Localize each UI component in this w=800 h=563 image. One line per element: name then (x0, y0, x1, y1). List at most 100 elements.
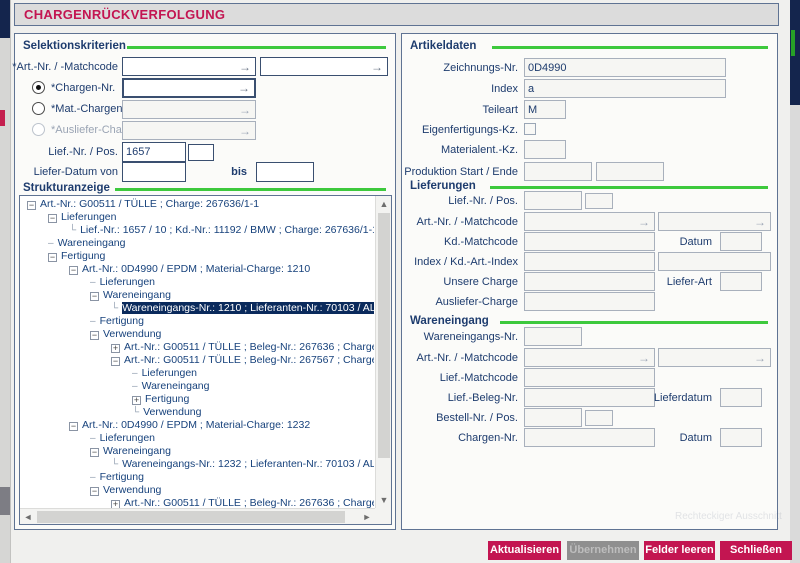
scroll-right-icon[interactable]: ► (359, 509, 375, 525)
tree-node[interactable]: −Verwendung (21, 484, 374, 497)
chargen-dialog: CHARGENRÜCKVERFOLGUNG Selektionskriterie… (10, 0, 790, 563)
kd-art-index-input[interactable] (658, 252, 771, 271)
tree-node[interactable]: –Wareneingang (21, 380, 374, 393)
tree-node[interactable]: −Verwendung (21, 328, 374, 341)
index-input[interactable] (524, 252, 655, 271)
tree-connector-icon: – (90, 472, 96, 483)
expand-icon[interactable]: + (132, 396, 141, 405)
eigenfertigungs-kz-checkbox[interactable] (524, 123, 536, 135)
materialent-kz-input[interactable] (524, 140, 566, 159)
felder-leeren-button[interactable]: Felder leeren (644, 541, 715, 560)
detail-panel: Artikeldaten Zeichnungs-Nr. Index Teilea… (401, 33, 778, 530)
datum-input[interactable] (720, 428, 762, 447)
kd-matchcode-input[interactable] (524, 232, 655, 251)
tree-node[interactable]: +Art.-Nr.: G00511 / TÜLLE ; Beleg-Nr.: 2… (21, 497, 374, 508)
structure-tree: −Art.-Nr.: G00511 / TÜLLE ; Charge: 2676… (19, 195, 392, 525)
tree-node[interactable]: +Fertigung (21, 393, 374, 406)
collapse-icon[interactable]: − (69, 422, 78, 431)
collapse-icon[interactable]: − (111, 357, 120, 366)
bestell-nr-input[interactable] (524, 408, 582, 427)
tree-node-label: Lieferungen (61, 211, 116, 223)
art-matchcode-combo[interactable]: → (260, 57, 388, 76)
collapse-icon[interactable]: − (69, 266, 78, 275)
tree-node[interactable]: –Wareneingang (21, 237, 374, 250)
art-matchcode-label: Art.-Nr. / -Matchcode (417, 352, 518, 364)
expand-icon[interactable]: + (111, 344, 120, 353)
zeichnungs-nr-input[interactable] (524, 58, 726, 77)
collapse-icon[interactable]: − (90, 487, 99, 496)
tree-node[interactable]: −Art.-Nr.: 0D4990 / EPDM ; Material-Char… (21, 419, 374, 432)
lookup-arrow-icon[interactable]: → (238, 82, 254, 94)
ausliefer-charge-label: Ausliefer-Charge (435, 296, 518, 308)
tree-node[interactable]: └Lief.-Nr.: 1657 / 10 ; Kd.-Nr.: 11192 /… (21, 224, 374, 237)
expand-icon[interactable]: + (111, 500, 120, 508)
tree-node-label: Lieferungen (100, 432, 155, 444)
lief-beleg-nr-input[interactable] (524, 388, 655, 407)
chargen-nr-combo[interactable]: → (122, 78, 256, 98)
schliessen-button[interactable]: Schließen (720, 541, 792, 560)
bestell-pos-input[interactable] (585, 410, 613, 426)
lief-nr-input[interactable] (524, 191, 582, 210)
tree-node[interactable]: –Fertigung (21, 471, 374, 484)
collapse-icon[interactable]: − (90, 292, 99, 301)
hscroll-thumb[interactable] (37, 511, 345, 523)
lookup-arrow-icon: → (638, 352, 654, 364)
scroll-up-icon[interactable]: ▲ (376, 196, 392, 212)
background-fragment-navy (0, 0, 10, 38)
tree-node[interactable]: −Art.-Nr.: G00511 / TÜLLE ; Charge: 2676… (21, 198, 374, 211)
produktion-start-input[interactable] (524, 162, 592, 181)
lief-nr-input[interactable] (122, 142, 186, 162)
uebernehmen-button: Übernehmen (567, 541, 639, 560)
tree-node[interactable]: +Art.-Nr.: G00511 / TÜLLE ; Beleg-Nr.: 2… (21, 341, 374, 354)
tree-node[interactable]: –Fertigung (21, 315, 374, 328)
background-window-fragment-left (0, 0, 10, 563)
tree-node[interactable]: −Wareneingang (21, 289, 374, 302)
tree-node[interactable]: −Art.-Nr.: G00511 / TÜLLE ; Beleg-Nr.: 2… (21, 354, 374, 367)
collapse-icon[interactable]: − (90, 331, 99, 340)
tree-node[interactable]: −Fertigung (21, 250, 374, 263)
tree-node[interactable]: −Wareneingang (21, 445, 374, 458)
tree-hscrollbar[interactable]: ◄ ► (20, 508, 375, 524)
datum-input[interactable] (720, 232, 762, 251)
collapse-icon[interactable]: − (48, 214, 57, 223)
art-nr-combo[interactable]: → (122, 57, 256, 76)
tree-node[interactable]: −Lieferungen (21, 211, 374, 224)
collapse-icon[interactable]: − (48, 253, 57, 262)
produktion-ende-input[interactable] (596, 162, 664, 181)
collapse-icon[interactable]: − (27, 201, 36, 210)
lief-pos-input[interactable] (188, 144, 214, 161)
chargen-nr-input[interactable] (524, 428, 655, 447)
lookup-arrow-icon[interactable]: → (371, 61, 387, 73)
collapse-icon[interactable]: − (90, 448, 99, 457)
tree-node[interactable]: –Lieferungen (21, 276, 374, 289)
tree-node[interactable]: –Lieferungen (21, 367, 374, 380)
unsere-charge-input[interactable] (524, 272, 655, 291)
tree-node[interactable]: –Lieferungen (21, 432, 374, 445)
background-fragment-green (791, 30, 795, 56)
lief-matchcode-input[interactable] (524, 368, 655, 387)
liefer-datum-bis-input[interactable] (256, 162, 314, 182)
liefer-art-input[interactable] (720, 272, 762, 291)
teileart-input[interactable] (524, 100, 566, 119)
tree-vscrollbar[interactable]: ▲ ▼ (375, 196, 391, 508)
liefer-datum-von-input[interactable] (122, 162, 186, 182)
section-divider-line (115, 188, 386, 191)
tree-rows: −Art.-Nr.: G00511 / TÜLLE ; Charge: 2676… (21, 198, 374, 508)
scroll-down-icon[interactable]: ▼ (376, 492, 392, 508)
section-title-selektionskriterien: Selektionskriterien (23, 40, 126, 52)
vscroll-thumb[interactable] (378, 213, 390, 458)
lieferdatum-input[interactable] (720, 388, 762, 407)
tree-node[interactable]: └Wareneingangs-Nr.: 1210 ; Lieferanten-N… (21, 302, 374, 315)
lief-pos-input[interactable] (585, 193, 613, 209)
aktualisieren-button[interactable]: Aktualisieren (488, 541, 561, 560)
tree-node[interactable]: └Wareneingangs-Nr.: 1232 ; Lieferanten-N… (21, 458, 374, 471)
ausliefer-charge-input[interactable] (524, 292, 655, 311)
lookup-arrow-icon[interactable]: → (239, 61, 255, 73)
index-input[interactable] (524, 79, 726, 98)
scroll-left-icon[interactable]: ◄ (20, 509, 36, 525)
mat-chargen-nr-radio[interactable] (32, 102, 45, 115)
wareneingangs-nr-input[interactable] (524, 327, 582, 346)
tree-node[interactable]: └Verwendung (21, 406, 374, 419)
tree-node[interactable]: −Art.-Nr.: 0D4990 / EPDM ; Material-Char… (21, 263, 374, 276)
chargen-nr-radio[interactable] (32, 81, 45, 94)
